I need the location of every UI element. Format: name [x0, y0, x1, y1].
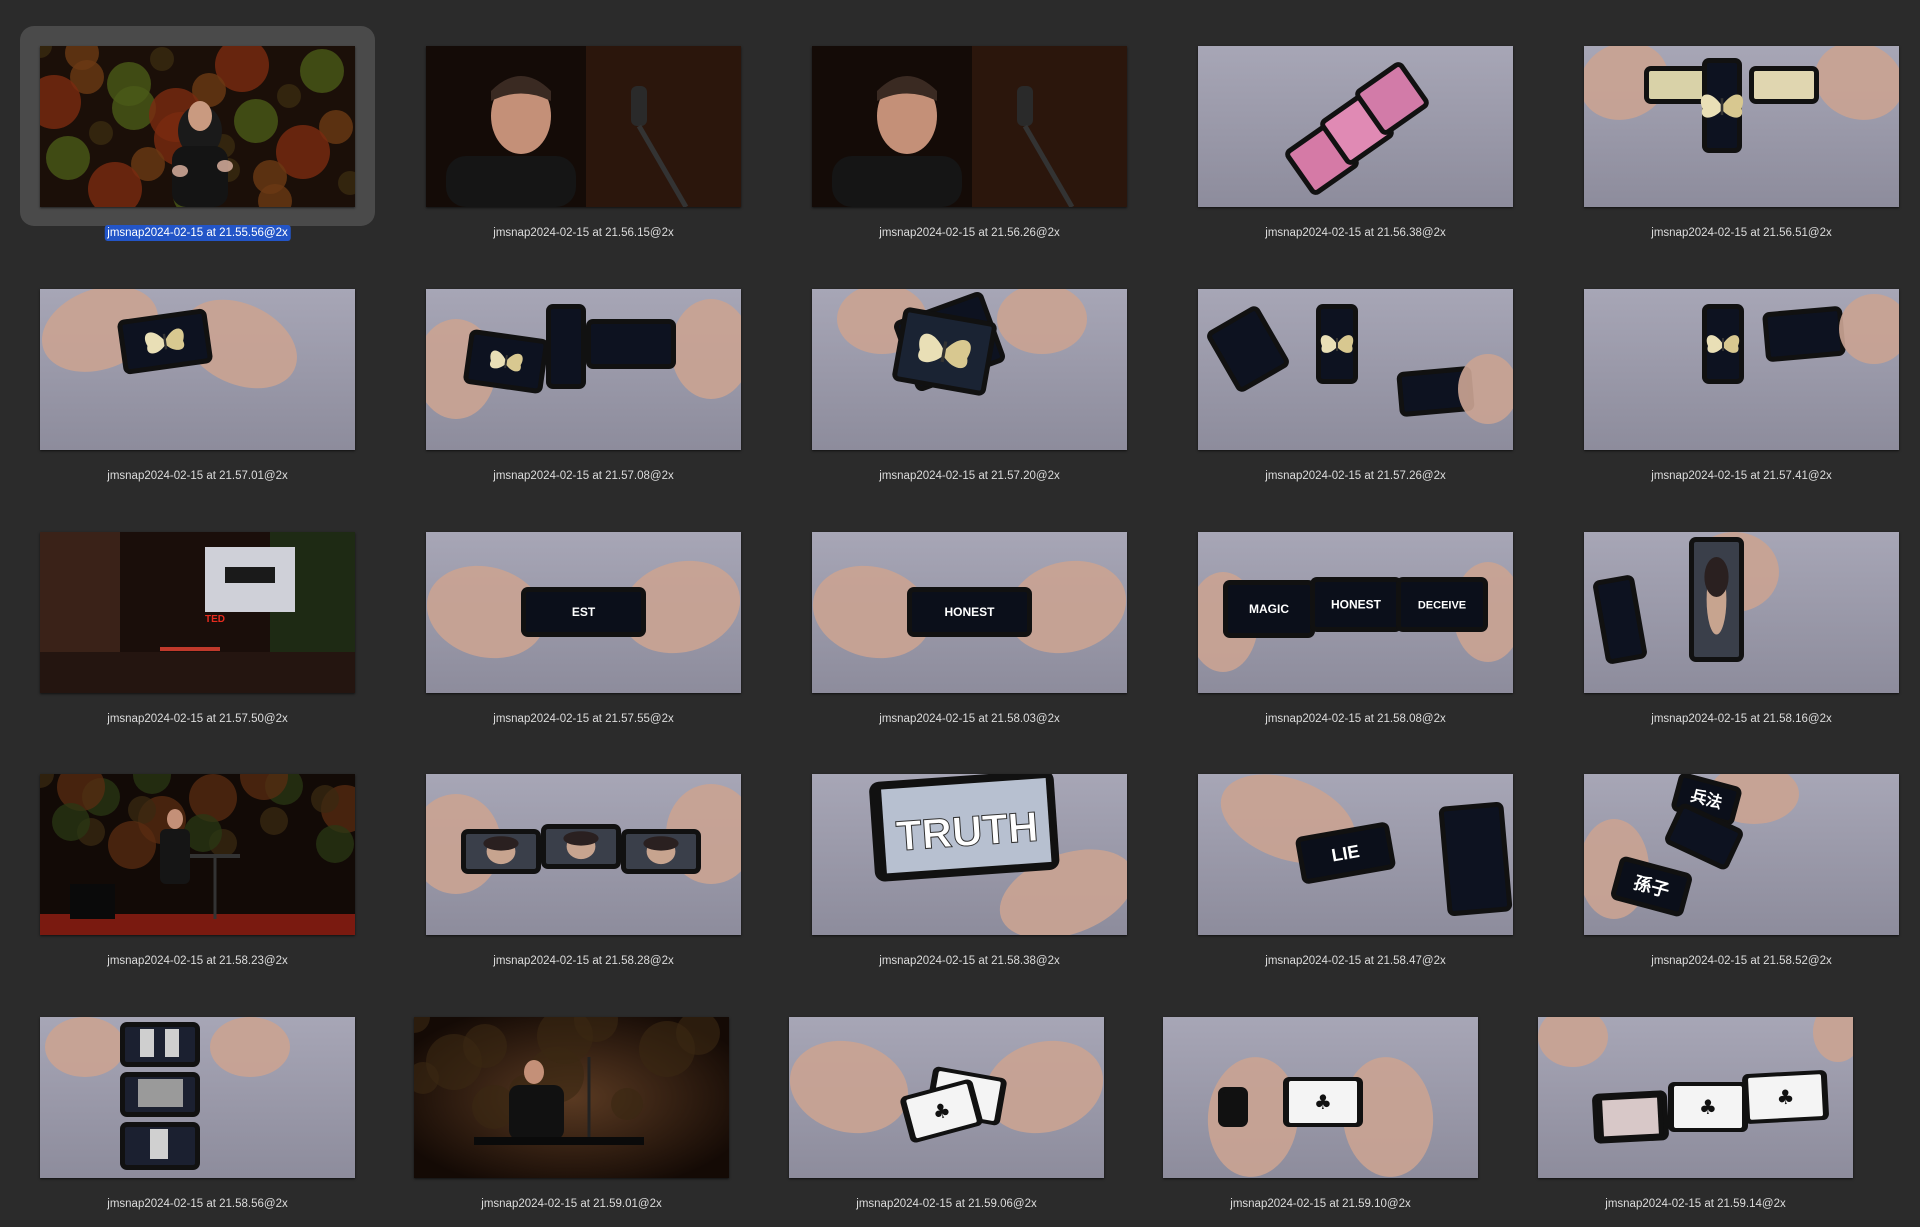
file-name[interactable]: jmsnap2024-02-15 at 21.59.10@2x — [1227, 1196, 1413, 1212]
svg-text:MAGIC: MAGIC — [1249, 602, 1289, 616]
file-thumbnail[interactable]: TRUTH — [812, 774, 1127, 935]
file-name[interactable]: jmsnap2024-02-15 at 21.57.55@2x — [490, 711, 676, 727]
file-item[interactable]: EST jmsnap2024-02-15 at 21.57.55@2x — [386, 486, 746, 725]
file-item[interactable]: MAGIC HONEST DECEIVE jmsnap2024-02-15 at … — [1158, 486, 1518, 725]
file-name[interactable]: jmsnap2024-02-15 at 21.58.52@2x — [1648, 953, 1834, 969]
file-thumbnail[interactable] — [40, 774, 355, 935]
file-item[interactable]: LIE jmsnap2024-02-15 at 21.58.47@2x — [1158, 728, 1518, 967]
svg-text:HONEST: HONEST — [1331, 598, 1382, 612]
svg-text:♣: ♣ — [1776, 1085, 1795, 1110]
file-item[interactable]: ♣ ♣ jmsnap2024-02-15 at 21.59.14@2x — [1498, 971, 1858, 1210]
file-thumbnail[interactable] — [1198, 289, 1513, 450]
file-item[interactable]: TRUTH jmsnap2024-02-15 at 21.58.38@2x — [772, 728, 1132, 967]
file-item[interactable]: jmsnap2024-02-15 at 21.57.01@2x — [0, 243, 360, 482]
file-name[interactable]: jmsnap2024-02-15 at 21.59.14@2x — [1602, 1196, 1788, 1212]
file-name[interactable]: jmsnap2024-02-15 at 21.58.28@2x — [490, 953, 676, 969]
file-thumbnail[interactable] — [1198, 46, 1513, 207]
file-item[interactable]: jmsnap2024-02-15 at 21.59.01@2x — [374, 971, 734, 1210]
file-name[interactable]: jmsnap2024-02-15 at 21.58.56@2x — [104, 1196, 290, 1212]
file-thumbnail[interactable] — [40, 1017, 355, 1178]
file-item[interactable]: jmsnap2024-02-15 at 21.57.41@2x — [1544, 243, 1904, 482]
file-name[interactable]: jmsnap2024-02-15 at 21.58.03@2x — [876, 711, 1062, 727]
file-item[interactable]: ♣ ♣ jmsnap2024-02-15 at 21.59.06@2x — [749, 971, 1109, 1210]
file-name[interactable]: jmsnap2024-02-15 at 21.57.41@2x — [1648, 468, 1834, 484]
file-name[interactable]: jmsnap2024-02-15 at 21.58.08@2x — [1262, 711, 1448, 727]
file-name[interactable]: jmsnap2024-02-15 at 21.59.06@2x — [853, 1196, 1039, 1212]
file-thumbnail[interactable]: ♣ — [1163, 1017, 1478, 1178]
file-name[interactable]: jmsnap2024-02-15 at 21.55.56@2x — [104, 225, 291, 241]
file-thumbnail[interactable]: HONEST — [812, 532, 1127, 693]
file-item[interactable]: 兵法 孫子 jmsnap2024-02-15 at 21.58.52@2x — [1544, 728, 1904, 967]
file-thumbnail[interactable] — [426, 289, 741, 450]
file-thumbnail[interactable]: ♣ ♣ — [789, 1017, 1104, 1178]
svg-text:DECEIVE: DECEIVE — [1418, 599, 1466, 611]
file-item[interactable]: jmsnap2024-02-15 at 21.58.56@2x — [0, 971, 360, 1210]
svg-text:HONEST: HONEST — [944, 605, 995, 619]
svg-text:♣: ♣ — [1699, 1095, 1717, 1119]
file-name[interactable]: jmsnap2024-02-15 at 21.57.08@2x — [490, 468, 676, 484]
file-name[interactable]: jmsnap2024-02-15 at 21.58.38@2x — [876, 953, 1062, 969]
file-item[interactable]: jmsnap2024-02-15 at 21.58.23@2x — [0, 728, 360, 967]
file-item[interactable]: jmsnap2024-02-15 at 21.57.26@2x — [1158, 243, 1518, 482]
file-thumbnail[interactable] — [426, 46, 741, 207]
file-item[interactable]: jmsnap2024-02-15 at 21.56.38@2x — [1158, 0, 1518, 239]
file-thumbnail[interactable] — [1584, 532, 1899, 693]
file-thumbnail[interactable] — [414, 1017, 729, 1178]
file-item[interactable]: jmsnap2024-02-15 at 21.57.08@2x — [386, 243, 746, 482]
file-thumbnail[interactable]: EST — [426, 532, 741, 693]
svg-text:♣: ♣ — [1314, 1090, 1332, 1114]
file-item[interactable]: ♣ jmsnap2024-02-15 at 21.59.10@2x — [1123, 971, 1483, 1210]
file-item[interactable]: jmsnap2024-02-15 at 21.56.51@2x — [1544, 0, 1904, 239]
file-name[interactable]: jmsnap2024-02-15 at 21.57.26@2x — [1262, 468, 1448, 484]
file-item[interactable]: HONEST jmsnap2024-02-15 at 21.58.03@2x — [772, 486, 1132, 725]
file-name[interactable]: jmsnap2024-02-15 at 21.58.23@2x — [104, 953, 290, 969]
file-item[interactable]: jmsnap2024-02-15 at 21.58.28@2x — [386, 728, 746, 967]
file-name[interactable]: jmsnap2024-02-15 at 21.57.20@2x — [876, 468, 1062, 484]
file-name[interactable]: jmsnap2024-02-15 at 21.56.15@2x — [490, 225, 676, 241]
file-item[interactable]: jmsnap2024-02-15 at 21.57.20@2x — [772, 243, 1132, 482]
file-thumbnail[interactable] — [40, 46, 355, 207]
file-name[interactable]: jmsnap2024-02-15 at 21.56.26@2x — [876, 225, 1062, 241]
file-thumbnail[interactable]: LIE — [1198, 774, 1513, 935]
file-thumbnail[interactable] — [426, 774, 741, 935]
file-item[interactable]: TED jmsnap2024-02-15 at 21.57.50@2x — [0, 486, 360, 725]
file-item[interactable]: jmsnap2024-02-15 at 21.56.26@2x — [772, 0, 1132, 239]
file-name[interactable]: jmsnap2024-02-15 at 21.56.38@2x — [1262, 225, 1448, 241]
file-item[interactable]: jmsnap2024-02-15 at 21.55.56@2x — [0, 0, 375, 241]
file-item[interactable]: jmsnap2024-02-15 at 21.58.16@2x — [1544, 486, 1904, 725]
file-name[interactable]: jmsnap2024-02-15 at 21.56.51@2x — [1648, 225, 1834, 241]
file-grid: jmsnap2024-02-15 at 21.55.56@2x jmsnap20… — [0, 0, 1920, 1227]
file-thumbnail[interactable] — [40, 289, 355, 450]
file-thumbnail[interactable]: 兵法 孫子 — [1584, 774, 1899, 935]
file-name[interactable]: jmsnap2024-02-15 at 21.59.01@2x — [478, 1196, 664, 1212]
file-thumbnail[interactable] — [812, 289, 1127, 450]
file-thumbnail[interactable] — [812, 46, 1127, 207]
svg-text:TRUTH: TRUTH — [895, 803, 1040, 860]
svg-text:TED: TED — [205, 614, 225, 625]
file-thumbnail[interactable]: MAGIC HONEST DECEIVE — [1198, 532, 1513, 693]
file-item[interactable]: jmsnap2024-02-15 at 21.56.15@2x — [386, 0, 746, 239]
file-name[interactable]: jmsnap2024-02-15 at 21.57.01@2x — [104, 468, 290, 484]
file-name[interactable]: jmsnap2024-02-15 at 21.57.50@2x — [104, 711, 290, 727]
file-thumbnail[interactable]: ♣ ♣ — [1538, 1017, 1853, 1178]
file-thumbnail[interactable] — [1584, 46, 1899, 207]
file-thumbnail[interactable]: TED — [40, 532, 355, 693]
file-name[interactable]: jmsnap2024-02-15 at 21.58.16@2x — [1648, 711, 1834, 727]
file-thumbnail[interactable] — [1584, 289, 1899, 450]
svg-text:EST: EST — [572, 605, 596, 619]
file-name[interactable]: jmsnap2024-02-15 at 21.58.47@2x — [1262, 953, 1448, 969]
